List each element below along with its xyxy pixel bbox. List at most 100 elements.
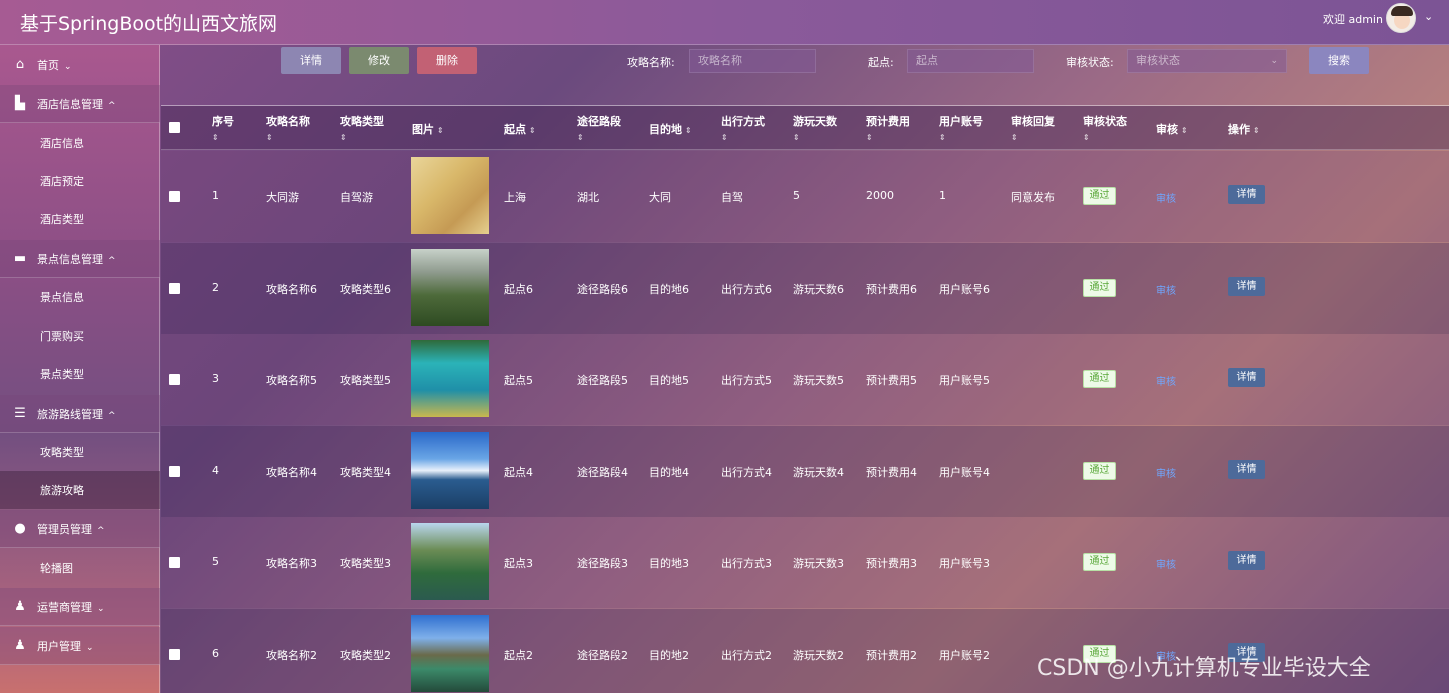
guide-name-input[interactable]: 攻略名称 (689, 49, 816, 73)
table-row[interactable]: 4 攻略名称4 攻略类型4 起点4 途径路段4 目的地4 出行方式4 游玩天数4 预计费用4 用户… (161, 425, 1449, 517)
col-header-via[interactable]: 途径路段 ⇕ (577, 113, 621, 142)
guide-table: 序号 ⇕ 攻略名称 ⇕ 攻略类型 ⇕ 图片 ⇕ 起点 ⇕ 途径路段 ⇕ 目的地 ⇕ 出行方式 ⇕… (161, 105, 1449, 693)
sidebar-item-operator-management[interactable]: ♟ 运营商管理 ⌄ (0, 588, 160, 626)
table-row[interactable]: 2 攻略名称6 攻略类型6 起点6 途径路段6 目的地6 出行方式6 游玩天数6 预计费用6 用户… (161, 242, 1449, 334)
cell-cost: 2000 (866, 189, 894, 202)
cell-days: 游玩天数3 (793, 557, 844, 571)
scenic-icon: ▬ (13, 250, 27, 266)
cell-via: 途径路段4 (577, 465, 628, 479)
audit-status-select[interactable]: 审核状态 ⌄ (1127, 49, 1287, 73)
sidebar-item-admin-management[interactable]: ● 管理员管理 ^ (0, 510, 160, 548)
cell-account: 用户账号4 (939, 465, 990, 479)
cell-dest: 目的地4 (649, 465, 689, 479)
sidebar-item-scenic-info[interactable]: 景点信息 (0, 278, 160, 316)
chevron-down-icon: ⌄ (64, 62, 72, 72)
cell-via: 途径路段5 (577, 374, 628, 388)
sidebar-item-carousel[interactable]: 轮播图 (0, 549, 160, 587)
chevron-up-icon: ^ (108, 410, 116, 421)
sidebar-item-home[interactable]: ⌂ 首页 ⌄ (0, 46, 160, 84)
table-row[interactable]: 5 攻略名称3 攻略类型3 起点3 途径路段3 目的地3 出行方式3 游玩天数3 预计费用3 用户… (161, 517, 1449, 609)
row-detail-button[interactable]: 详情 (1228, 185, 1265, 204)
cell-type: 攻略类型3 (340, 557, 391, 571)
sort-icon: ⇕ (721, 133, 728, 142)
cell-no: 1 (212, 189, 219, 202)
cell-no: 4 (212, 463, 219, 477)
cell-days: 游玩天数2 (793, 649, 844, 662)
col-header-mode[interactable]: 出行方式 ⇕ (721, 113, 765, 142)
guide-name-label: 攻略名称: (627, 56, 675, 69)
table-header: 序号 ⇕ 攻略名称 ⇕ 攻略类型 ⇕ 图片 ⇕ 起点 ⇕ 途径路段 ⇕ 目的地 ⇕ 出行方式 ⇕… (161, 106, 1449, 150)
cell-days: 5 (793, 189, 800, 202)
sidebar-item-ticket-purchase[interactable]: 门票购买 (0, 317, 160, 355)
col-header-account[interactable]: 用户账号 ⇕ (939, 113, 983, 142)
edit-button[interactable]: 修改 (349, 47, 409, 74)
row-checkbox[interactable] (169, 465, 180, 477)
cell-account: 用户账号5 (939, 374, 990, 388)
delete-button[interactable]: 删除 (417, 47, 477, 74)
audit-link[interactable]: 审核 (1156, 556, 1176, 571)
row-checkbox[interactable] (169, 282, 180, 294)
audit-link[interactable]: 审核 (1156, 282, 1176, 297)
sidebar-item-route-management[interactable]: ☰ 旅游路线管理 ^ (0, 395, 160, 433)
col-header-type[interactable]: 攻略类型 ⇕ (340, 113, 384, 142)
sidebar-item-guide-type[interactable]: 攻略类型 (0, 433, 160, 471)
audit-link[interactable]: 审核 (1156, 373, 1176, 388)
cell-cost: 预计费用5 (866, 374, 917, 388)
col-header-name[interactable]: 攻略名称 ⇕ (266, 113, 310, 142)
sidebar-item-hotel-info[interactable]: 酒店信息 (0, 124, 160, 162)
sidebar-item-hotel-type[interactable]: 酒店类型 (0, 200, 160, 238)
row-checkbox[interactable] (169, 649, 180, 660)
sidebar-item-label: 景点信息 (40, 291, 84, 304)
cell-via: 途径路段3 (577, 557, 628, 571)
table-row[interactable]: 1 大同游 自驾游 上海 湖北 大同 自驾 5 2000 1 同意发布 通过 审核 详情 (161, 151, 1449, 242)
col-header-cost[interactable]: 预计费用 ⇕ (866, 113, 910, 142)
cell-dest: 目的地2 (649, 649, 689, 662)
sidebar-item-travel-guide[interactable]: 旅游攻略 (0, 471, 160, 509)
chevron-down-icon[interactable]: ⌄ (1424, 10, 1433, 23)
admin-icon: ● (14, 520, 26, 536)
row-detail-button[interactable]: 详情 (1228, 551, 1265, 571)
detail-button[interactable]: 详情 (281, 47, 341, 74)
cell-no: 2 (212, 280, 219, 294)
cell-mode: 出行方式4 (721, 465, 772, 479)
col-header-audit[interactable]: 审核 ⇕ (1156, 121, 1188, 137)
row-thumbnail (411, 523, 489, 601)
row-detail-button[interactable]: 详情 (1228, 459, 1265, 479)
col-header-action[interactable]: 操作 ⇕ (1228, 121, 1260, 137)
col-header-dest[interactable]: 目的地 ⇕ (649, 121, 692, 137)
sidebar-item-scenic-management[interactable]: ▬ 景点信息管理 ^ (0, 240, 160, 278)
row-checkbox[interactable] (169, 191, 180, 202)
audit-link[interactable]: 审核 (1156, 465, 1176, 480)
row-checkbox[interactable] (169, 557, 180, 569)
row-checkbox[interactable] (169, 374, 180, 386)
table-row[interactable]: 3 攻略名称5 攻略类型5 起点5 途径路段5 目的地5 出行方式5 游玩天数5 预计费用5 用户… (161, 334, 1449, 426)
sort-icon: ⇕ (340, 133, 347, 142)
avatar[interactable] (1386, 3, 1416, 33)
chevron-up-icon: ^ (108, 100, 116, 111)
sidebar-item-hotel-booking[interactable]: 酒店预定 (0, 162, 160, 200)
sidebar-item-scenic-type[interactable]: 景点类型 (0, 355, 160, 393)
search-button[interactable]: 搜索 (1309, 47, 1369, 74)
sidebar-item-label: 门票购买 (40, 330, 84, 343)
row-thumbnail (411, 248, 489, 326)
cell-via: 途径路段6 (577, 282, 628, 296)
col-header-image[interactable]: 图片 ⇕ (412, 121, 444, 137)
col-header-status[interactable]: 审核状态 ⇕ (1083, 113, 1127, 142)
audit-link[interactable]: 审核 (1156, 190, 1176, 205)
sort-icon: ⇕ (437, 126, 444, 135)
cell-account: 用户账号3 (939, 557, 990, 571)
col-header-start[interactable]: 起点 ⇕ (504, 121, 536, 137)
sort-icon: ⇕ (939, 133, 946, 142)
start-input[interactable]: 起点 (907, 49, 1034, 73)
row-detail-button[interactable]: 详情 (1228, 276, 1265, 296)
sidebar-item-label: 酒店信息管理 (37, 97, 103, 111)
select-all-checkbox[interactable] (169, 122, 180, 133)
cell-dest: 目的地3 (649, 557, 689, 571)
status-badge: 通过 (1083, 187, 1116, 205)
col-header-reply[interactable]: 审核回复 ⇕ (1011, 113, 1055, 142)
row-detail-button[interactable]: 详情 (1228, 368, 1265, 388)
col-header-days[interactable]: 游玩天数 ⇕ (793, 113, 837, 142)
sidebar-item-user-management[interactable]: ♟ 用户管理 ⌄ (0, 627, 160, 665)
col-header-no[interactable]: 序号 ⇕ (212, 113, 234, 142)
sidebar-item-hotel-management[interactable]: ▙ 酒店信息管理 ^ (0, 85, 160, 123)
